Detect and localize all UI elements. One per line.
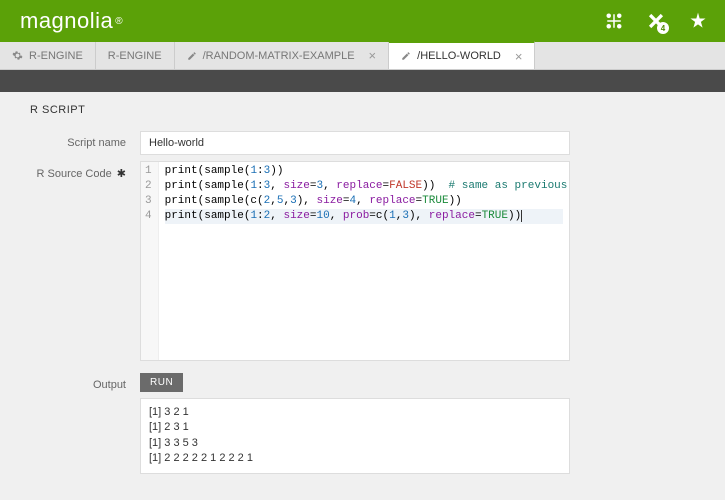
- logo: magnolia®: [20, 8, 123, 34]
- tab-2[interactable]: /RANDOM-MATRIX-EXAMPLE ×: [175, 42, 390, 69]
- code-line[interactable]: print(sample(c(2,5,3), size=4, replace=T…: [165, 194, 563, 209]
- gear-icon: [12, 50, 23, 61]
- logo-text: magnolia: [20, 8, 113, 34]
- script-name-input[interactable]: [140, 131, 570, 155]
- output-box: [1] 3 2 1[1] 2 3 1[1] 3 3 5 3[1] 2 2 2 2…: [140, 398, 570, 474]
- tab-label: /RANDOM-MATRIX-EXAMPLE: [203, 50, 355, 62]
- header-icons: 4: [603, 10, 709, 32]
- code-line[interactable]: print(sample(1:2, size=10, prob=c(1,3), …: [165, 209, 563, 224]
- run-button[interactable]: RUN: [140, 373, 183, 392]
- code-lines[interactable]: print(sample(1:3))print(sample(1:3, size…: [159, 162, 569, 360]
- code-line[interactable]: print(sample(1:3, size=3, replace=FALSE)…: [165, 179, 563, 194]
- output-line: [1] 2 2 2 2 2 1 2 2 2 1: [149, 451, 561, 466]
- toolbar-dark: [0, 70, 725, 92]
- output-line: [1] 3 2 1: [149, 405, 561, 420]
- content-area: R SCRIPT Script name R Source Code ✱ 123…: [0, 92, 725, 477]
- close-icon[interactable]: ×: [369, 49, 377, 62]
- row-script-name: Script name: [0, 128, 725, 158]
- notification-badge: 4: [657, 22, 669, 34]
- row-source-code: R Source Code ✱ 1234 print(sample(1:3))p…: [0, 158, 725, 364]
- script-name-label: Script name: [30, 131, 140, 149]
- output-line: [1] 3 3 5 3: [149, 436, 561, 451]
- tab-label: /HELLO-WORLD: [417, 50, 501, 62]
- tab-3[interactable]: /HELLO-WORLD ×: [389, 41, 535, 69]
- code-editor[interactable]: 1234 print(sample(1:3))print(sample(1:3,…: [140, 161, 570, 361]
- required-asterisk: ✱: [114, 168, 126, 180]
- output-line: [1] 2 3 1: [149, 420, 561, 435]
- star-icon[interactable]: [687, 10, 709, 32]
- tab-label: R-ENGINE: [108, 50, 162, 62]
- pencil-icon: [187, 51, 197, 61]
- logo-reg: ®: [115, 16, 123, 27]
- row-output: Output RUN [1] 3 2 1[1] 2 3 1[1] 3 3 5 3…: [0, 370, 725, 477]
- close-icon[interactable]: ×: [515, 50, 523, 63]
- apps-icon[interactable]: [603, 10, 625, 32]
- tab-bar: R-ENGINER-ENGINE/RANDOM-MATRIX-EXAMPLE×/…: [0, 42, 725, 70]
- code-line[interactable]: print(sample(1:3)): [165, 164, 563, 179]
- code-gutter: 1234: [141, 162, 159, 360]
- section-title: R SCRIPT: [0, 92, 725, 128]
- tab-1[interactable]: R-ENGINE: [96, 42, 175, 69]
- source-code-label: R Source Code ✱: [30, 161, 140, 180]
- output-label: Output: [30, 373, 140, 391]
- app-header: magnolia® 4: [0, 0, 725, 42]
- tab-label: R-ENGINE: [29, 50, 83, 62]
- activity-icon[interactable]: 4: [645, 10, 667, 32]
- tab-0[interactable]: R-ENGINE: [0, 42, 96, 69]
- pencil-icon: [401, 51, 411, 61]
